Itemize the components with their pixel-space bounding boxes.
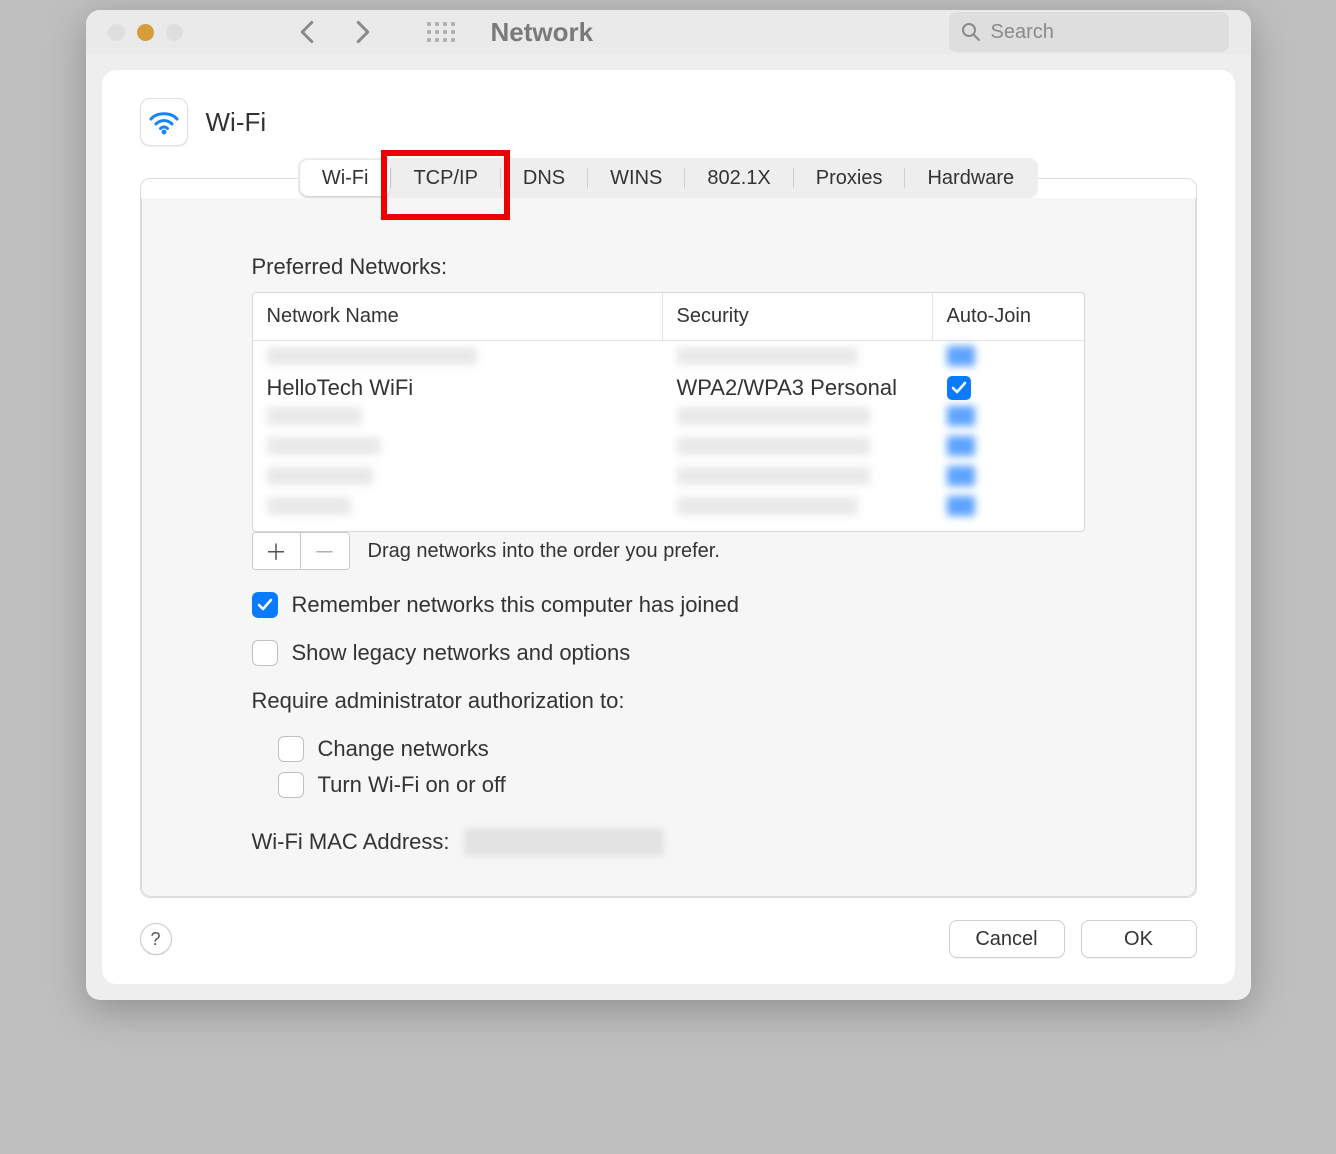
turn-wifi-label: Turn Wi-Fi on or off <box>318 772 506 798</box>
table-row[interactable] <box>253 401 1084 431</box>
autojoin-checkbox[interactable] <box>947 376 971 400</box>
col-network-name[interactable]: Network Name <box>253 293 663 340</box>
tab-8021x[interactable]: 802.1X <box>685 160 792 196</box>
grid-icon <box>427 22 455 42</box>
tab-proxies[interactable]: Proxies <box>794 160 905 196</box>
col-auto-join[interactable]: Auto-Join <box>933 293 1084 340</box>
content-area: Preferred Networks: Network Name Securit… <box>140 178 1197 898</box>
toolbar-title: Network <box>491 17 594 48</box>
legacy-networks-checkbox[interactable] <box>252 640 278 666</box>
maximize-button[interactable] <box>166 24 183 41</box>
remove-network-button[interactable]: － <box>301 533 349 569</box>
traffic-lights <box>108 24 183 41</box>
tab-wifi[interactable]: Wi-Fi <box>300 160 391 196</box>
close-button[interactable] <box>108 24 125 41</box>
add-remove-bar: ＋ － <box>252 532 350 570</box>
table-row[interactable] <box>253 341 1084 371</box>
panel: Wi-Fi Wi-Fi TCP/IP DNS WINS 802.1X Proxi… <box>102 70 1235 984</box>
table-row[interactable]: HelloTech WiFi WPA2/WPA3 Personal <box>253 371 1084 401</box>
table-row[interactable] <box>253 431 1084 461</box>
search-icon <box>961 22 981 42</box>
require-auth-label: Require administrator authorization to: <box>252 688 1085 714</box>
footer: ? Cancel OK <box>140 898 1197 984</box>
tab-dns[interactable]: DNS <box>501 160 587 196</box>
turn-wifi-checkbox[interactable] <box>278 772 304 798</box>
all-preferences-button[interactable] <box>427 22 455 42</box>
table-header: Network Name Security Auto-Join <box>253 293 1084 341</box>
tab-hardware[interactable]: Hardware <box>905 160 1036 196</box>
tab-wins[interactable]: WINS <box>588 160 684 196</box>
ok-button[interactable]: OK <box>1081 920 1197 958</box>
tab-tcpip[interactable]: TCP/IP <box>391 160 499 196</box>
back-button[interactable] <box>293 18 321 46</box>
col-security[interactable]: Security <box>663 293 933 340</box>
network-security-cell: WPA2/WPA3 Personal <box>663 371 933 405</box>
window: Network Search Wi-Fi <box>86 10 1251 1000</box>
table-row[interactable] <box>253 461 1084 491</box>
forward-button[interactable] <box>349 18 377 46</box>
minimize-button[interactable] <box>137 24 154 41</box>
change-networks-checkbox[interactable] <box>278 736 304 762</box>
search-placeholder: Search <box>991 21 1054 44</box>
drag-hint: Drag networks into the order you prefer. <box>368 540 720 563</box>
wifi-icon <box>140 98 188 146</box>
help-button[interactable]: ? <box>140 923 172 955</box>
remember-networks-label: Remember networks this computer has join… <box>292 592 740 618</box>
table-row[interactable] <box>253 491 1084 521</box>
network-name-cell: HelloTech WiFi <box>253 371 663 405</box>
remember-networks-checkbox[interactable] <box>252 592 278 618</box>
search-input[interactable]: Search <box>949 12 1229 52</box>
preferred-networks-label: Preferred Networks: <box>252 254 1085 280</box>
mac-address-value <box>464 828 664 856</box>
mac-address-label: Wi-Fi MAC Address: <box>252 829 450 855</box>
toolbar: Network Search <box>86 10 1251 54</box>
legacy-networks-label: Show legacy networks and options <box>292 640 631 666</box>
panel-title: Wi-Fi <box>206 107 267 138</box>
preferred-networks-table[interactable]: Network Name Security Auto-Join HelloTec… <box>252 292 1085 532</box>
change-networks-label: Change networks <box>318 736 489 762</box>
panel-header: Wi-Fi <box>140 98 1197 146</box>
tab-bar: Wi-Fi TCP/IP DNS WINS 802.1X Proxies Har… <box>140 158 1197 198</box>
add-network-button[interactable]: ＋ <box>253 533 301 569</box>
cancel-button[interactable]: Cancel <box>949 920 1065 958</box>
